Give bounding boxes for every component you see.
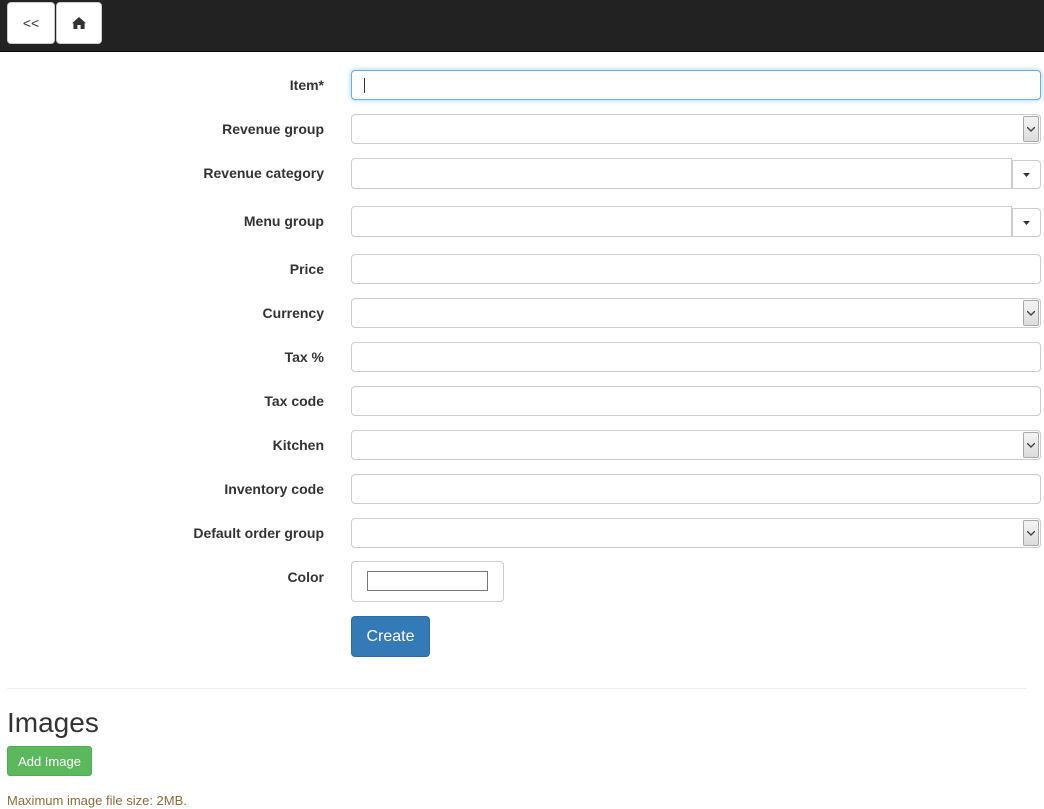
max-file-size-note: Maximum image file size: 2MB.	[7, 793, 187, 808]
chevron-down-icon	[1023, 432, 1039, 458]
currency-select[interactable]	[351, 298, 1041, 328]
inventory-code-label: Inventory code	[224, 481, 324, 497]
chevron-down-icon	[1023, 116, 1039, 142]
text-caret	[364, 78, 365, 93]
tax-code-label: Tax code	[264, 393, 324, 409]
inventory-code-input[interactable]	[351, 474, 1041, 504]
menu-group-input[interactable]	[351, 206, 1012, 237]
tax-percent-input[interactable]	[351, 342, 1041, 372]
menu-group-dropdown-button[interactable]	[1012, 208, 1041, 237]
caret-down-icon	[1023, 220, 1030, 225]
divider	[7, 688, 1027, 689]
color-swatch[interactable]	[367, 571, 488, 591]
chevron-down-icon	[1023, 300, 1039, 326]
chevron-down-icon	[1023, 520, 1039, 546]
default-order-group-label: Default order group	[193, 525, 324, 541]
revenue-category-label: Revenue category	[203, 165, 324, 181]
price-input[interactable]	[351, 254, 1041, 284]
top-navbar: <<	[0, 0, 1044, 52]
color-picker[interactable]	[351, 561, 504, 602]
kitchen-select[interactable]	[351, 430, 1041, 460]
revenue-category-dropdown-button[interactable]	[1012, 160, 1041, 189]
revenue-category-input[interactable]	[351, 158, 1012, 189]
home-button[interactable]	[56, 2, 102, 44]
tax-percent-label: Tax %	[284, 349, 324, 365]
item-label: Item*	[289, 77, 324, 93]
color-label: Color	[287, 569, 324, 585]
tax-code-input[interactable]	[351, 386, 1041, 416]
revenue-group-select[interactable]	[351, 114, 1041, 144]
images-heading: Images	[7, 707, 99, 738]
home-icon	[72, 17, 86, 29]
create-button[interactable]: Create	[351, 616, 430, 657]
revenue-group-label: Revenue group	[222, 121, 324, 137]
price-label: Price	[289, 261, 324, 277]
menu-group-label: Menu group	[243, 213, 324, 229]
add-image-button[interactable]: Add Image	[7, 746, 92, 776]
kitchen-label: Kitchen	[272, 437, 324, 453]
caret-down-icon	[1023, 172, 1030, 177]
default-order-group-select[interactable]	[351, 518, 1041, 548]
currency-label: Currency	[262, 305, 324, 321]
item-input[interactable]	[351, 70, 1041, 100]
back-button[interactable]: <<	[7, 2, 55, 44]
